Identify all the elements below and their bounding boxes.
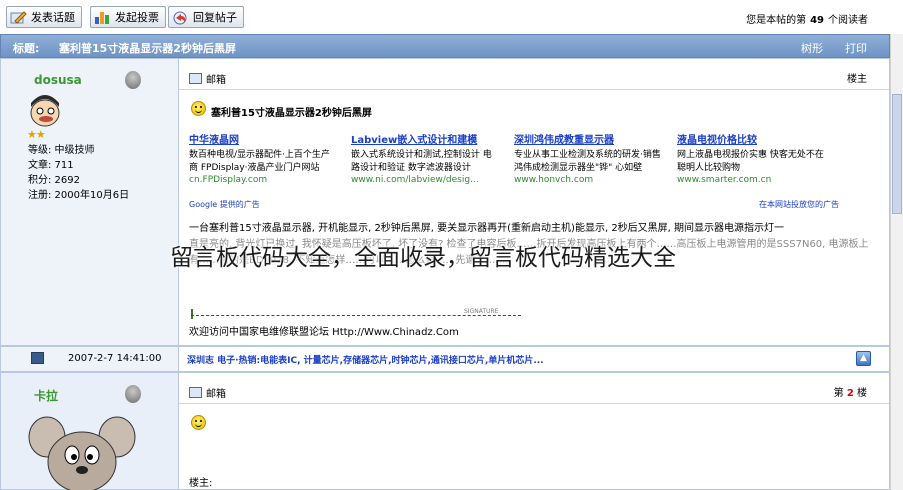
post-1: dosusa ★★ 等级: 中级技师 文章: 711 积分: 2692 注册: …: [0, 58, 890, 346]
post-title: 塞利普15寸液晶显示器2秒钟后黑屏: [211, 108, 372, 119]
ad-description: 数百种电视/显示器配件·上百个生产商 FPDisplay·液晶产业门户网站: [189, 150, 330, 173]
ip-computer-icon[interactable]: [31, 352, 44, 364]
toolbar: 发表话题 发起投票 回复帖子 您是本帖的第 49 个阅读者: [0, 0, 890, 34]
bar-chart-icon: [94, 10, 111, 25]
post-2-content: 邮箱 第 2 楼 楼主:: [179, 373, 889, 489]
post-body: 楼主:: [189, 478, 213, 489]
ad-url[interactable]: www.honvch.com: [514, 175, 662, 185]
new-topic-button[interactable]: 发表话题: [6, 6, 82, 28]
tree-view-link[interactable]: 树形: [801, 40, 823, 56]
new-poll-label: 发起投票: [115, 11, 159, 24]
ad-item[interactable]: 深圳鸿伟成教重显示器 专业从事工业检测及系统的研发·销售 鸿伟成检测显示器坐"铧…: [514, 131, 662, 185]
google-ads-link[interactable]: Google 提供的广告: [189, 199, 260, 210]
reply-button[interactable]: 回复帖子: [168, 6, 244, 28]
ad-description: 专业从事工业检测及系统的研发·销售 鸿伟成检测显示器坐"铧" 心如壁: [514, 150, 661, 173]
post-1-author-panel: dosusa ★★ 等级: 中级技师 文章: 711 积分: 2692 注册: …: [1, 59, 179, 345]
ad-heading[interactable]: 深圳鸿伟成教重显示器: [514, 131, 662, 146]
ad-item[interactable]: 中华液晶网 数百种电视/显示器配件·上百个生产商 FPDisplay·液晶产业门…: [189, 131, 337, 185]
user-status-icon: [125, 385, 141, 403]
user-info: 等级: 中级技师 文章: 711 积分: 2692 注册: 2000年10月6日: [28, 143, 129, 203]
ad-heading[interactable]: 中华液晶网: [189, 131, 337, 146]
user-registered: 注册: 2000年10月6日: [28, 190, 130, 201]
advertise-link[interactable]: 在本网站投放您的广告: [759, 199, 839, 210]
ad-url[interactable]: cn.FPDisplay.com: [189, 175, 337, 185]
page-scrollbar[interactable]: [890, 34, 903, 490]
floor-label: 楼主: [847, 74, 867, 85]
ad-url[interactable]: www.ni.com/labview/desig...: [351, 175, 499, 185]
mail-icon: [189, 387, 202, 398]
title-label: 标题:: [13, 42, 40, 55]
signature-pen-icon: [191, 309, 199, 319]
avatar: [25, 89, 65, 129]
signature-mark: SIGNATURE: [464, 308, 499, 315]
signature-divider: [191, 315, 521, 316]
mail-icon: [189, 73, 202, 84]
signature-text: 欢迎访问中国家电维修联盟论坛 Http://Www.Chinadz.Com: [189, 327, 459, 338]
post-2: 卡拉 邮箱 第 2 楼 楼主:: [0, 372, 890, 490]
ad-block: 中华液晶网 数百种电视/显示器配件·上百个生产商 FPDisplay·液晶产业门…: [189, 131, 839, 191]
divider: [179, 403, 889, 404]
floor-label: 第 2 楼: [833, 388, 867, 399]
new-topic-label: 发表话题: [31, 11, 75, 24]
ad-url[interactable]: www.smarter.com.cn: [677, 175, 825, 185]
mail-link[interactable]: 邮箱: [189, 71, 226, 86]
user-status-icon: [125, 71, 141, 89]
topic-title: 塞利普15寸液晶显示器2秒钟后黑屏: [59, 42, 236, 55]
print-link[interactable]: 打印: [845, 40, 867, 56]
back-to-top-button[interactable]: ▲: [856, 351, 871, 366]
sponsored-links[interactable]: 深圳志 电子·热销:电能表IC, 计量芯片,存储器芯片,时钟芯片,通讯接口芯片,…: [187, 353, 544, 366]
mail-link[interactable]: 邮箱: [189, 385, 226, 400]
rank-stars: ★★: [27, 128, 46, 141]
post-meta-side: 2007-2-7 14:41:00: [1, 347, 179, 371]
ad-item[interactable]: Labview嵌入式设计和建模 嵌入式系统设计和测试,控制设计 电路设计和验证 …: [351, 131, 499, 185]
reader-count: 您是本帖的第 49 个阅读者: [746, 15, 868, 26]
divider: [179, 89, 889, 90]
overlay-watermark-text: 留言板代码大全，全面收录，留言板代码精选大全: [170, 245, 676, 271]
avatar: [27, 407, 137, 490]
ad-description: 网上液晶电视报价实惠 快客无处不在 聪明人比较购物: [677, 150, 824, 173]
pencil-icon: [10, 10, 27, 25]
post-2-author-panel: 卡拉: [1, 373, 179, 490]
post-body-line: 一台塞利普15寸液晶显示器, 开机能显示, 2秒钟后黑屏, 要关显示器再开(重新…: [189, 223, 785, 234]
user-points: 积分: 2692: [28, 175, 80, 186]
topic-title-bar: 标题: 塞利普15寸液晶显示器2秒钟后黑屏 树形 打印: [0, 34, 890, 58]
reader-count-number: 49: [810, 15, 824, 26]
post-time: 2007-2-7 14:41:00: [68, 353, 162, 364]
mail-label: 邮箱: [206, 75, 226, 86]
smiley-icon: [191, 101, 206, 116]
post-1-meta-row: 2007-2-7 14:41:00 深圳志 电子·热销:电能表IC, 计量芯片,…: [0, 346, 890, 372]
ad-heading[interactable]: Labview嵌入式设计和建模: [351, 131, 499, 146]
ad-item[interactable]: 液晶电视价格比较 网上液晶电视报价实惠 快客无处不在 聪明人比较购物 www.s…: [677, 131, 825, 185]
scrollbar-thumb[interactable]: [892, 94, 902, 214]
user-articles: 文章: 711: [28, 160, 74, 171]
reply-label: 回复帖子: [193, 11, 237, 24]
floor-number: 2: [846, 388, 854, 399]
username[interactable]: 卡拉: [34, 387, 58, 404]
user-level: 等级: 中级技师: [28, 145, 95, 156]
ad-heading[interactable]: 液晶电视价格比较: [677, 131, 825, 146]
mail-label: 邮箱: [206, 389, 226, 400]
username[interactable]: dosusa: [34, 73, 82, 87]
reply-icon: [172, 10, 189, 25]
new-poll-button[interactable]: 发起投票: [90, 6, 166, 28]
ad-description: 嵌入式系统设计和测试,控制设计 电路设计和验证 数字滤波器设计: [351, 150, 492, 173]
post-1-content: 邮箱 楼主 塞利普15寸液晶显示器2秒钟后黑屏 中华液晶网 数百种电视/显示器配…: [179, 59, 889, 345]
smiley-icon: [191, 415, 206, 430]
